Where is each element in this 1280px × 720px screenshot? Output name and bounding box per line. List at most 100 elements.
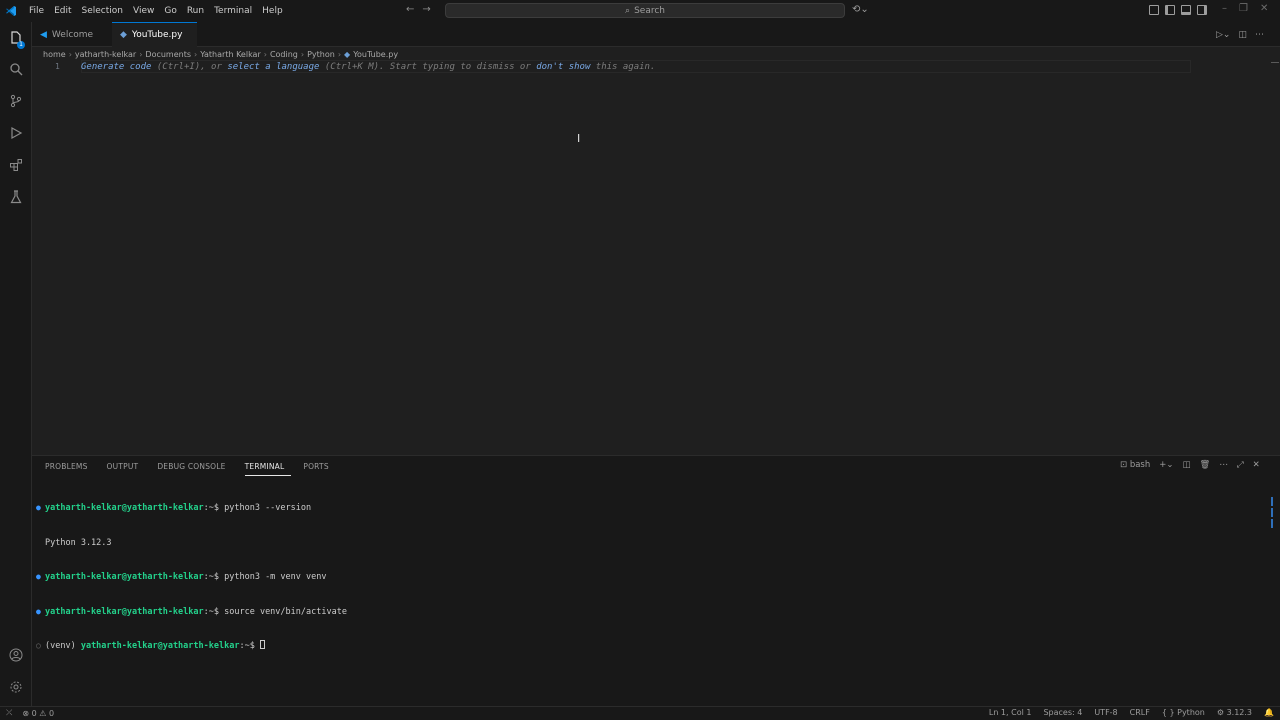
split-editor-icon[interactable]: ◫: [1238, 30, 1247, 40]
terminal-icon: ⊡: [1120, 460, 1130, 470]
window-controls: – ❐ ✕: [1222, 3, 1268, 14]
more-actions-icon[interactable]: ⋯: [1255, 30, 1264, 40]
kill-terminal-icon[interactable]: 🗑: [1200, 460, 1211, 470]
new-terminal-icon[interactable]: +⌄: [1159, 460, 1173, 470]
tab-debug-console[interactable]: DEBUG CONSOLE: [157, 460, 232, 476]
breadcrumb-item[interactable]: Documents: [145, 50, 191, 59]
customize-layout-icon[interactable]: [1149, 5, 1159, 15]
title-bar: File Edit Selection View Go Run Terminal…: [0, 0, 1280, 22]
search-icon: ⌕: [625, 5, 631, 16]
menu-terminal[interactable]: Terminal: [209, 6, 257, 16]
breadcrumb-item[interactable]: Yatharth Kelkar: [200, 50, 261, 59]
python-interpreter[interactable]: ⚙ 3.12.3: [1217, 708, 1252, 717]
toggle-panel-icon[interactable]: [1181, 5, 1191, 15]
command-success-icon[interactable]: ●: [36, 606, 45, 618]
menu-selection[interactable]: Selection: [77, 6, 128, 16]
minimize-icon[interactable]: –: [1222, 3, 1227, 14]
editor-actions: ▷⌄ ◫ ⋯: [1216, 30, 1264, 40]
command-center-search[interactable]: ⌕ Search: [445, 3, 845, 18]
python-file-icon: ◆: [344, 49, 351, 59]
line-number: 1: [55, 62, 60, 71]
tab-label: Welcome: [51, 29, 94, 40]
warning-icon: ⚠: [39, 708, 50, 718]
mouse-ibeam-cursor-icon: I: [577, 132, 581, 145]
breadcrumb-item[interactable]: yatharth-kelkar: [75, 50, 136, 59]
tab-problems[interactable]: PROBLEMS: [45, 460, 95, 476]
close-panel-icon[interactable]: ✕: [1253, 460, 1260, 470]
terminal-output[interactable]: ● yatharth-kelkar@yatharth-kelkar:~$ pyth…: [36, 479, 347, 663]
run-python-file-icon[interactable]: ▷⌄: [1216, 30, 1230, 40]
breadcrumb-item[interactable]: home: [43, 50, 66, 59]
command-output: Python 3.12.3: [45, 537, 112, 548]
breadcrumb-item[interactable]: YouTube.py: [353, 50, 398, 59]
menu-go[interactable]: Go: [159, 6, 181, 16]
close-icon[interactable]: ✕: [1260, 3, 1268, 14]
hint-text: (Ctrl+I), or: [151, 62, 228, 72]
menu-edit[interactable]: Edit: [49, 6, 76, 16]
restore-icon[interactable]: ❐: [1239, 3, 1248, 14]
breadcrumb-item[interactable]: Python: [307, 50, 335, 59]
source-control-icon[interactable]: [7, 94, 25, 112]
menu-run[interactable]: Run: [182, 6, 209, 16]
maximize-panel-icon[interactable]: ⤢: [1237, 460, 1244, 470]
encoding[interactable]: UTF-8: [1094, 708, 1117, 717]
tab-ports[interactable]: PORTS: [303, 460, 335, 476]
terminal-line: ● yatharth-kelkar@yatharth-kelkar:~$ pyth…: [36, 502, 347, 514]
terminal-line: ● yatharth-kelkar@yatharth-kelkar:~$ sour…: [36, 606, 347, 618]
vscode-tab-icon: ◀: [40, 29, 47, 40]
split-terminal-icon[interactable]: ◫: [1183, 460, 1191, 470]
more-actions-icon[interactable]: ⋯: [1219, 460, 1228, 470]
menu-file[interactable]: File: [24, 6, 49, 16]
command-success-icon[interactable]: ●: [36, 571, 45, 583]
empty-editor-hint: Generate code (Ctrl+I), or select a lang…: [81, 62, 655, 72]
settings-gear-icon[interactable]: [7, 680, 25, 698]
language-mode[interactable]: { } Python: [1162, 708, 1205, 717]
menu-view[interactable]: View: [128, 6, 159, 16]
generate-code-link[interactable]: Generate code: [81, 62, 151, 72]
extensions-icon[interactable]: [7, 158, 25, 176]
tab-welcome[interactable]: ◀ Welcome: [32, 22, 112, 47]
python-env-icon: ⚙: [1216, 708, 1227, 717]
search-icon[interactable]: [7, 62, 25, 80]
tab-terminal[interactable]: TERMINAL: [244, 460, 292, 476]
explorer-badge: 1: [17, 41, 25, 49]
toggle-primary-sidebar-icon[interactable]: [1165, 5, 1175, 15]
run-debug-icon[interactable]: [7, 126, 25, 144]
prompt-suffix: :~$: [239, 641, 260, 651]
problems-status[interactable]: ⊗ 0 ⚠ 0: [22, 709, 54, 718]
forward-arrow-icon[interactable]: →: [422, 4, 430, 15]
account-icon[interactable]: [7, 648, 25, 666]
command-success-icon[interactable]: ●: [36, 502, 45, 514]
minimap[interactable]: [1271, 62, 1279, 63]
venv-indicator: (venv): [45, 641, 81, 651]
testing-icon[interactable]: [7, 190, 25, 208]
panel-tabs: PROBLEMS OUTPUT DEBUG CONSOLE TERMINAL P…: [45, 460, 348, 476]
hint-text: (Ctrl+K M). Start typing to dismiss or: [319, 62, 537, 72]
status-bar: ⤫ ⊗ 0 ⚠ 0 Ln 1, Col 1 Spaces: 4 UTF-8 CR…: [0, 706, 1280, 720]
terminal-line: ●Python 3.12.3: [36, 537, 347, 549]
tab-label: YouTube.py: [131, 30, 183, 40]
interpreter-version: 3.12.3: [1226, 708, 1253, 717]
tab-output[interactable]: OUTPUT: [107, 460, 146, 476]
toggle-secondary-sidebar-icon[interactable]: [1197, 5, 1207, 15]
line-ending[interactable]: CRLF: [1130, 708, 1150, 717]
cursor-position[interactable]: Ln 1, Col 1: [989, 708, 1032, 717]
terminal-selector[interactable]: ⊡ bash: [1120, 460, 1150, 470]
warning-count: 0: [49, 708, 55, 718]
terminal-scroll-markers: [1271, 497, 1273, 529]
copilot-icon[interactable]: ⟲⌄: [852, 4, 869, 15]
breadcrumb-item[interactable]: Coding: [270, 50, 298, 59]
menu-help[interactable]: Help: [257, 6, 288, 16]
remote-icon[interactable]: ⤫: [6, 708, 12, 718]
prompt-user: yatharth-kelkar@yatharth-kelkar: [45, 606, 204, 617]
back-arrow-icon[interactable]: ←: [406, 4, 414, 15]
error-icon: ⊗: [22, 708, 32, 718]
indentation[interactable]: Spaces: 4: [1043, 708, 1082, 717]
select-language-link[interactable]: select a language: [227, 62, 319, 72]
tab-youtube-py[interactable]: ◆ YouTube.py: [112, 22, 197, 47]
code-editor[interactable]: [32, 60, 1280, 453]
terminal-cursor: [259, 640, 265, 649]
prompt-suffix: :~$: [203, 606, 225, 617]
notifications-bell-icon[interactable]: 🔔: [1264, 708, 1274, 717]
dont-show-link[interactable]: don't show: [536, 62, 590, 72]
